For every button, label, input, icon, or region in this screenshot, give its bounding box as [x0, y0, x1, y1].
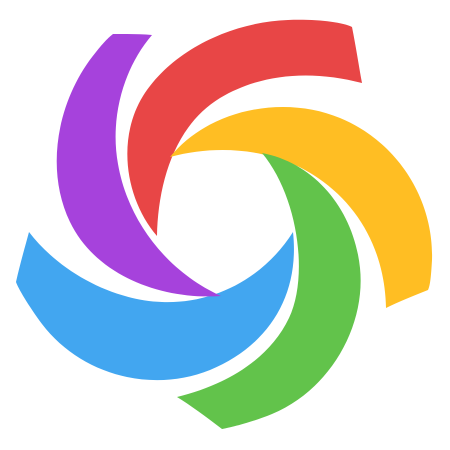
pinwheel-logo-icon: [16, 19, 433, 429]
logo-container: [0, 0, 450, 450]
